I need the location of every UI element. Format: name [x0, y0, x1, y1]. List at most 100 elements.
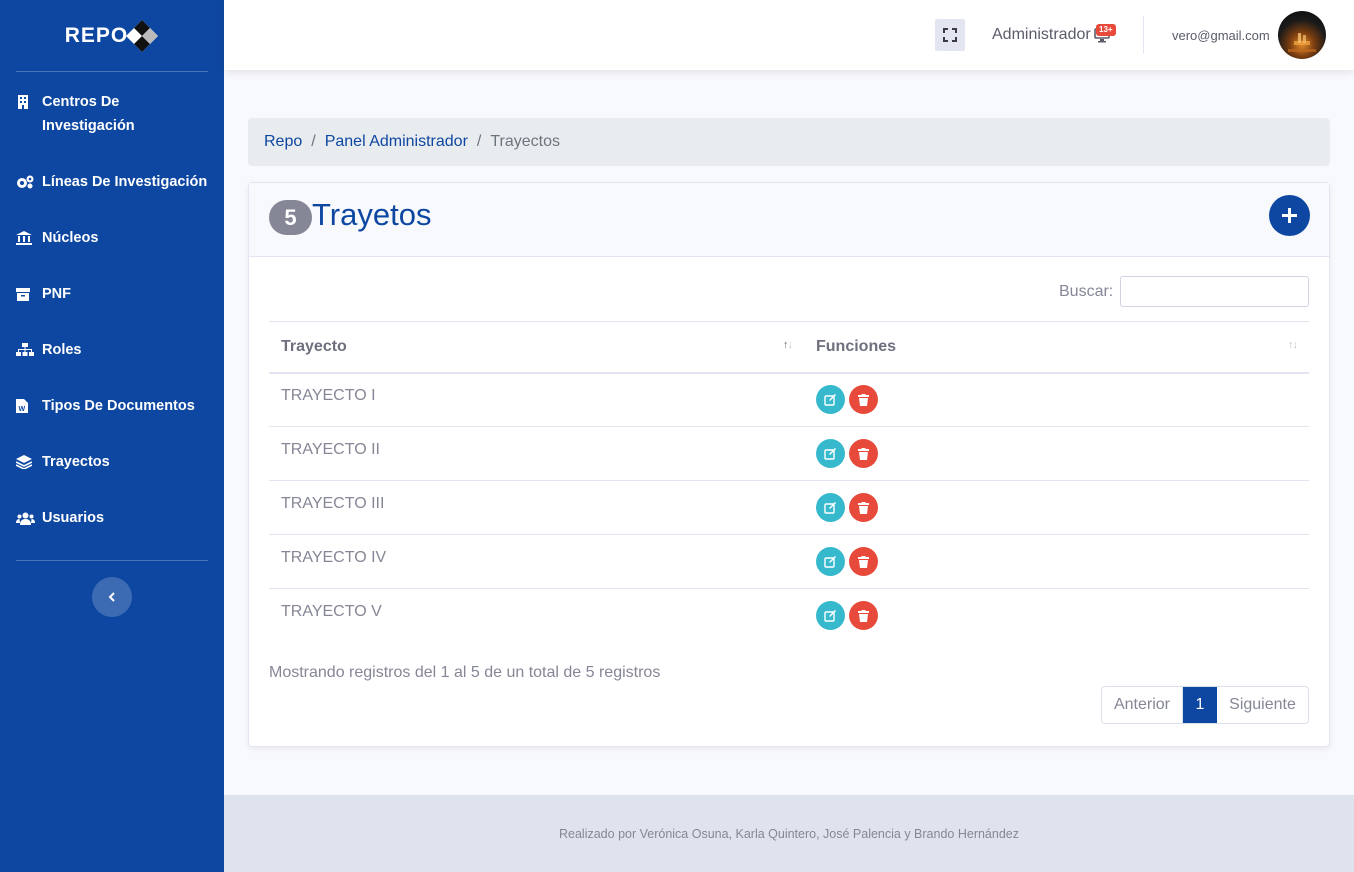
- table-row: TRAYECTO V: [269, 588, 1309, 643]
- table-row: TRAYECTO I: [269, 373, 1309, 427]
- role-label[interactable]: Administrador: [992, 26, 1091, 44]
- add-trayecto-button[interactable]: [1269, 195, 1310, 236]
- layer-group-icon: [16, 450, 42, 474]
- breadcrumb-link-repo[interactable]: Repo: [264, 133, 302, 151]
- chevron-left-icon: [108, 592, 115, 602]
- sidebar-item-nucleos[interactable]: Núcleos: [0, 226, 224, 282]
- users-icon: [16, 506, 42, 530]
- sidebar-item-label: Líneas De Investigación: [42, 174, 208, 190]
- table-row: TRAYECTO IV: [269, 534, 1309, 589]
- sidebar-item-trayectos[interactable]: Trayectos: [0, 450, 224, 506]
- edit-icon: [824, 448, 836, 460]
- sidebar-item-roles[interactable]: Roles: [0, 338, 224, 394]
- trayecto-name: TRAYECTO II: [281, 440, 380, 458]
- sidebar-item-centros-de-investigacion[interactable]: Centros De Investigación: [0, 90, 224, 170]
- sidebar: REPO Centros De Investigación Líneas De …: [0, 0, 224, 872]
- brand[interactable]: REPO: [0, 0, 224, 71]
- svg-text:W: W: [19, 406, 26, 413]
- sidebar-item-label: Roles: [42, 342, 82, 358]
- brand-logo-icon: [126, 19, 159, 52]
- sidebar-item-label: Núcleos: [42, 230, 99, 246]
- user-email[interactable]: vero@gmail.com: [1172, 28, 1270, 43]
- sidebar-item-tipos-de-documentos[interactable]: W Tipos De Documentos: [0, 394, 224, 450]
- sidebar-item-usuarios[interactable]: Usuarios: [0, 506, 224, 562]
- count-badge: 5: [269, 200, 312, 235]
- sidebar-divider: [16, 560, 208, 561]
- fullscreen-button[interactable]: [935, 19, 965, 51]
- sidebar-item-pnf[interactable]: PNF: [0, 282, 224, 338]
- brand-name: REPO: [64, 23, 129, 47]
- edit-button[interactable]: [816, 601, 845, 631]
- sidebar-item-label: PNF: [42, 286, 71, 302]
- column-header-funciones[interactable]: Funciones ↑↓: [804, 321, 1309, 374]
- delete-button[interactable]: [849, 385, 878, 415]
- footer-credits: Realizado por Verónica Osuna, Karla Quin…: [559, 826, 1019, 841]
- search-input[interactable]: [1120, 276, 1310, 307]
- trayecto-name: TRAYECTO V: [281, 602, 382, 620]
- edit-icon: [824, 502, 836, 514]
- trayectos-card: 5 Trayetos Buscar: Trayecto ↑↓ Funciones…: [248, 182, 1330, 747]
- plus-icon: [1282, 208, 1297, 223]
- search-label: Buscar:: [1059, 282, 1114, 300]
- search-group: Buscar:: [1059, 276, 1310, 307]
- table-info: Mostrando registros del 1 al 5 de un tot…: [269, 664, 661, 681]
- sidebar-item-lineas-de-investigacion[interactable]: Líneas De Investigación: [0, 170, 224, 226]
- expand-icon: [943, 28, 957, 42]
- sitemap-icon: [16, 338, 42, 362]
- trayecto-name: TRAYECTO III: [281, 494, 385, 512]
- archive-icon: [16, 282, 42, 306]
- avatar-image: [1288, 33, 1316, 52]
- trayecto-name: TRAYECTO IV: [281, 548, 387, 566]
- edit-icon: [824, 556, 836, 568]
- sidebar-item-label: Usuarios: [42, 510, 105, 526]
- footer: Realizado por Verónica Osuna, Karla Quin…: [224, 795, 1354, 872]
- trayectos-table: Trayecto ↑↓ Funciones ↑↓ TRAYECTO I TRAY…: [269, 321, 1309, 643]
- breadcrumb-current: Trayectos: [490, 133, 560, 150]
- file-word-icon: W: [16, 394, 42, 418]
- edit-button[interactable]: [816, 385, 845, 415]
- pagination-next[interactable]: Siguiente: [1217, 687, 1308, 723]
- edit-button[interactable]: [816, 547, 845, 576]
- trash-icon: [858, 555, 869, 568]
- table-row: TRAYECTO III: [269, 480, 1309, 535]
- card-header: 5 Trayetos: [249, 183, 1329, 257]
- trayecto-name: TRAYECTO I: [281, 386, 376, 404]
- trash-icon: [858, 609, 869, 622]
- delete-button[interactable]: [849, 439, 878, 468]
- delete-button[interactable]: [849, 547, 878, 576]
- pagination: Anterior 1 Siguiente: [1101, 686, 1309, 724]
- edit-button[interactable]: [816, 439, 845, 468]
- column-header-trayecto[interactable]: Trayecto ↑↓: [269, 321, 804, 374]
- delete-button[interactable]: [849, 601, 878, 631]
- pagination-page-1[interactable]: 1: [1183, 687, 1217, 723]
- sidebar-item-label: Centros De Investigación: [42, 94, 135, 134]
- sidebar-toggle-button[interactable]: [92, 577, 132, 617]
- trash-icon: [858, 501, 869, 514]
- sidebar-nav: Centros De Investigación Líneas De Inves…: [0, 72, 224, 562]
- trash-icon: [858, 447, 869, 460]
- breadcrumb-link-panel-administrador[interactable]: Panel Administrador: [325, 133, 468, 151]
- trash-icon: [858, 393, 869, 406]
- university-icon: [16, 226, 42, 250]
- topbar-divider: [1143, 16, 1144, 54]
- table-header-row: Trayecto ↑↓ Funciones ↑↓: [269, 321, 1309, 374]
- delete-button[interactable]: [849, 493, 878, 522]
- notification-badge: 13+: [1096, 24, 1116, 36]
- sort-icon[interactable]: ↑↓: [1288, 339, 1298, 351]
- breadcrumb-separator: /: [311, 133, 316, 150]
- topbar: Administrador 13+ vero@gmail.com: [224, 0, 1354, 70]
- cogs-icon: [16, 170, 42, 194]
- edit-icon: [824, 394, 836, 406]
- edit-icon: [824, 610, 836, 622]
- table-row: TRAYECTO II: [269, 426, 1309, 481]
- column-header-label: Trayecto: [281, 337, 347, 355]
- column-header-label: Funciones: [816, 337, 897, 355]
- sidebar-item-label: Trayectos: [42, 454, 110, 470]
- breadcrumb-separator: /: [476, 133, 482, 150]
- edit-button[interactable]: [816, 493, 845, 522]
- sort-icon[interactable]: ↑↓: [783, 339, 793, 351]
- breadcrumb: Repo / Panel Administrador / Trayectos: [248, 118, 1330, 166]
- pagination-previous[interactable]: Anterior: [1102, 687, 1183, 723]
- avatar[interactable]: [1278, 11, 1326, 59]
- page-title: Trayetos: [312, 197, 432, 232]
